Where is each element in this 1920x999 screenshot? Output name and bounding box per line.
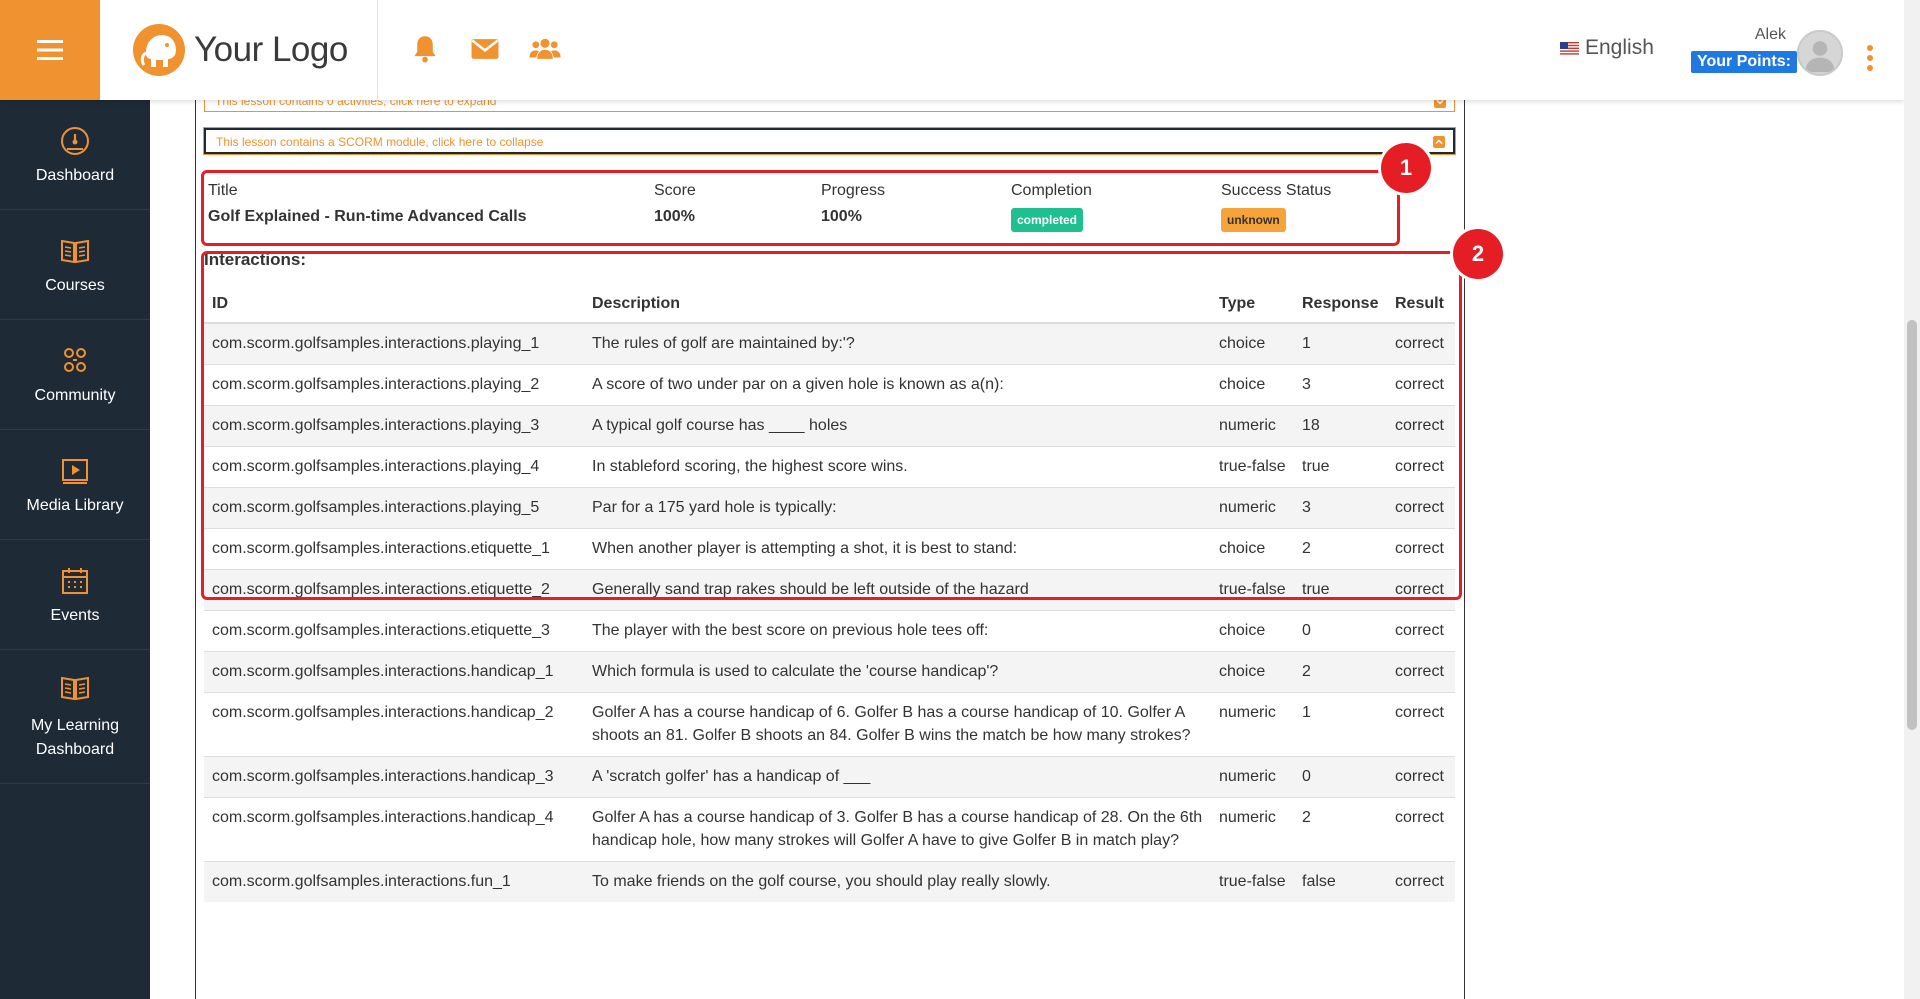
messages-button[interactable] [468,32,502,66]
menu-toggle-button[interactable] [0,0,100,100]
cell-description: A 'scratch golfer' has a handicap of ___ [584,756,1211,798]
sidebar-item-community[interactable]: Community [0,320,150,430]
scorm-collapse-bar[interactable]: This lesson contains a SCORM module, cli… [203,127,1456,155]
cell-response: 2 [1294,651,1387,693]
us-flag-icon [1560,41,1579,55]
book-icon [61,239,89,263]
callout-box-summary [201,170,1400,246]
elephant-logo-icon [133,24,185,76]
cell-response: 0 [1294,756,1387,798]
top-bar: Your Logo English Alek Your Points: [0,0,1904,100]
cell-id: com.scorm.golfsamples.interactions.etiqu… [204,610,584,652]
sidebar-item-label: Dashboard [35,166,115,184]
callout-badge-2: 2 [1453,229,1503,279]
table-row: com.scorm.golfsamples.interactions.handi… [204,756,1455,798]
points-badge: Your Points: [1691,51,1797,73]
cell-response: 2 [1294,797,1387,862]
cell-response: 0 [1294,610,1387,652]
table-row: com.scorm.golfsamples.interactions.fun_1… [204,861,1455,902]
cell-result: correct [1387,610,1455,652]
cell-response: 1 [1294,692,1387,757]
sidebar-item-media-library[interactable]: Media Library [0,430,150,540]
scorm-bar-text: This lesson contains a SCORM module, cli… [216,135,544,149]
envelope-icon [471,39,499,59]
sidebar-item-my-learning-dashboard[interactable]: My Learning Dashboard [0,650,150,784]
cell-description: Golfer A has a course handicap of 3. Gol… [584,797,1211,862]
language-selector[interactable]: English [1560,36,1654,60]
page-scrollbar[interactable] [1904,0,1920,999]
notifications-button[interactable] [408,32,442,66]
cell-id: com.scorm.golfsamples.interactions.fun_1 [204,861,584,902]
calendar-icon [62,567,88,594]
sidebar-item-dashboard[interactable]: Dashboard [0,100,150,210]
hamburger-icon [37,40,63,60]
cell-result: correct [1387,797,1455,862]
callout-box-interactions [201,251,1462,600]
cell-response: false [1294,861,1387,902]
cell-result: correct [1387,692,1455,757]
sidebar-item-events[interactable]: Events [0,540,150,650]
more-options-icon[interactable] [1866,44,1874,72]
users-group-icon [529,38,561,59]
sidebar-item-label: Media Library [26,496,124,514]
cell-description: The player with the best score on previo… [584,610,1211,652]
user-avatar-icon [1799,32,1841,74]
table-row: com.scorm.golfsamples.interactions.handi… [204,797,1455,862]
learning-book-icon [61,676,89,700]
avatar[interactable] [1797,30,1843,76]
sidebar-item-label: Courses [45,276,105,294]
cell-result: correct [1387,861,1455,902]
brand-logo[interactable]: Your Logo [100,0,378,100]
community-icon [64,347,86,372]
cell-type: numeric [1211,756,1294,798]
cell-type: choice [1211,651,1294,693]
bell-icon [414,36,436,63]
cell-type: numeric [1211,797,1294,862]
dashboard-gauge-icon [61,126,89,155]
sidebar: Dashboard Courses Community Media Librar… [0,100,150,999]
cell-id: com.scorm.golfsamples.interactions.handi… [204,651,584,693]
sidebar-item-label: Events [50,606,100,624]
cell-id: com.scorm.golfsamples.interactions.handi… [204,797,584,862]
logo-text: Your Logo [194,30,348,69]
user-name: Alek [1754,26,1786,43]
groups-button[interactable] [528,32,562,66]
cell-description: To make friends on the golf course, you … [584,861,1211,902]
media-play-icon [62,458,88,484]
table-row: com.scorm.golfsamples.interactions.etiqu… [204,610,1455,652]
callout-badge-1: 1 [1381,143,1431,193]
cell-description: Golfer A has a course handicap of 6. Gol… [584,692,1211,757]
cell-type: true-false [1211,861,1294,902]
sidebar-item-label: My Learning Dashboard [30,716,120,758]
cell-result: correct [1387,756,1455,798]
table-row: com.scorm.golfsamples.interactions.handi… [204,692,1455,757]
sidebar-item-label: Community [34,386,116,404]
cell-description: Which formula is used to calculate the '… [584,651,1211,693]
language-label: English [1585,36,1654,59]
chevron-up-icon [1433,136,1445,148]
cell-id: com.scorm.golfsamples.interactions.handi… [204,692,584,757]
cell-type: numeric [1211,692,1294,757]
cell-id: com.scorm.golfsamples.interactions.handi… [204,756,584,798]
scrollbar-thumb[interactable] [1907,320,1917,730]
cell-type: choice [1211,610,1294,652]
cell-result: correct [1387,651,1455,693]
sidebar-item-courses[interactable]: Courses [0,210,150,320]
table-row: com.scorm.golfsamples.interactions.handi… [204,651,1455,693]
